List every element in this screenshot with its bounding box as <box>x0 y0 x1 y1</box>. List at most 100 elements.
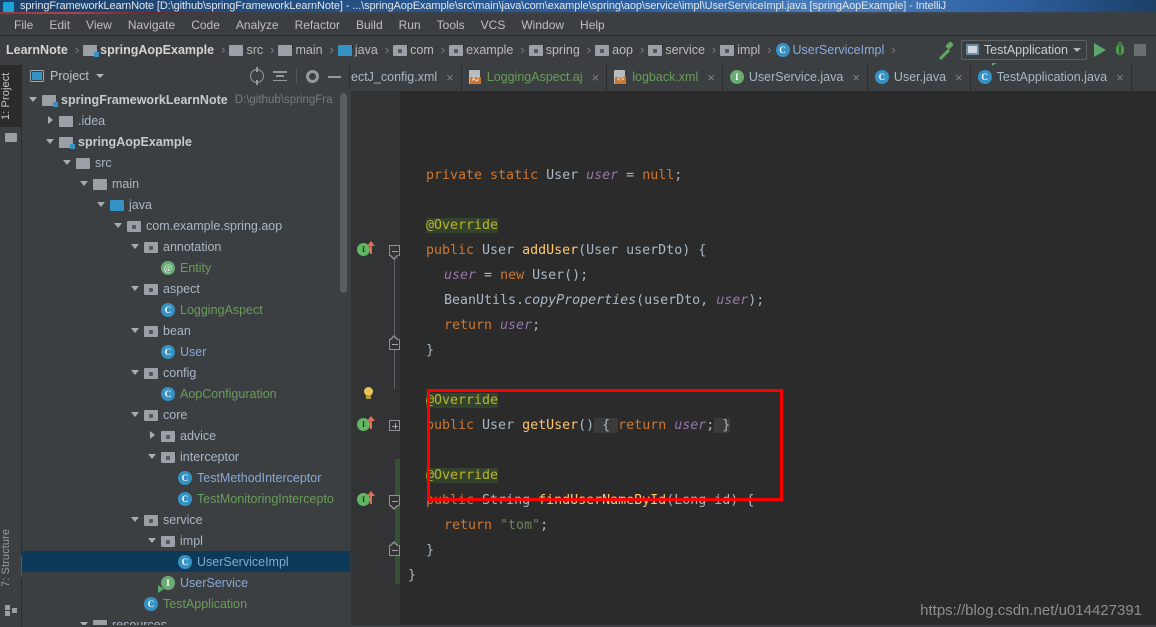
menu-item-help[interactable]: Help <box>572 16 613 35</box>
menu-item-build[interactable]: Build <box>348 16 391 35</box>
tree-item-user[interactable]: C User <box>22 341 350 362</box>
breadcrumb-learnnote[interactable]: LearnNote <box>2 40 72 60</box>
tree-down-arrow-icon[interactable] <box>130 241 141 252</box>
tree-item-entity[interactable]: @ Entity <box>22 257 350 278</box>
tree-right-arrow-icon[interactable] <box>147 430 158 441</box>
tree-right-arrow-icon[interactable] <box>45 115 56 126</box>
tree-item-advice[interactable]: advice <box>22 425 350 446</box>
run-configuration-selector[interactable]: TestApplication <box>960 39 1087 60</box>
menu-item-run[interactable]: Run <box>391 16 429 35</box>
tree-down-arrow-icon[interactable] <box>79 178 90 189</box>
implements-method-icon[interactable]: I <box>357 416 379 432</box>
fold-end-marker[interactable] <box>389 335 400 350</box>
tree-down-arrow-icon[interactable] <box>130 325 141 336</box>
intention-bulb-icon[interactable] <box>363 387 375 401</box>
debug-icon[interactable] <box>1113 42 1127 57</box>
tree-item-testapplication[interactable]: C TestApplication <box>22 584 350 614</box>
menu-item-code[interactable]: Code <box>183 16 228 35</box>
close-icon[interactable]: × <box>852 70 860 85</box>
project-tree[interactable]: springFrameworkLearnNote D:\github\spring… <box>22 89 350 627</box>
stop-icon[interactable] <box>1134 43 1146 56</box>
project-scrollbar[interactable] <box>340 93 347 293</box>
scroll-from-source-icon[interactable] <box>250 67 264 85</box>
breadcrumb-java[interactable]: java <box>337 40 382 60</box>
tree-down-arrow-icon[interactable] <box>113 220 124 231</box>
breadcrumb-service[interactable]: service <box>647 40 709 60</box>
menu-item-tools[interactable]: Tools <box>429 16 473 35</box>
editor-tab-logback-xml[interactable]: <> logback.xml × <box>607 63 723 91</box>
tree-down-arrow-icon[interactable] <box>96 199 107 210</box>
breadcrumb-example[interactable]: example <box>448 40 517 60</box>
tree-down-arrow-icon[interactable] <box>45 136 56 147</box>
editor-tab-testapplication-java[interactable]: C TestApplication.java × <box>971 63 1132 91</box>
tree-down-arrow-icon[interactable] <box>130 367 141 378</box>
tree-item-userserviceimpl[interactable]: C UserServiceImpl <box>22 551 350 572</box>
tree-item-bean[interactable]: bean <box>22 320 350 341</box>
menu-item-file[interactable]: File <box>6 16 41 35</box>
gear-icon[interactable] <box>306 69 319 83</box>
close-icon[interactable]: × <box>707 70 715 85</box>
implements-method-icon[interactable]: I <box>357 241 379 257</box>
close-icon[interactable]: × <box>446 70 454 85</box>
menu-item-vcs[interactable]: VCS <box>473 16 514 35</box>
tree-down-arrow-icon[interactable] <box>130 283 141 294</box>
chevron-down-icon[interactable] <box>95 74 104 78</box>
tree-item-springframeworklearnnote[interactable]: springFrameworkLearnNote D:\github\spring… <box>22 89 350 110</box>
hide-icon[interactable] <box>328 69 342 83</box>
tree-down-arrow-icon[interactable] <box>130 514 141 525</box>
tree-item-testmonitoringintercepto[interactable]: C TestMonitoringIntercepto <box>22 488 350 509</box>
tree-item-loggingaspect[interactable]: C LoggingAspect <box>22 299 350 320</box>
breadcrumb-impl[interactable]: impl <box>719 40 764 60</box>
fold-end-marker[interactable] <box>389 541 400 556</box>
implements-method-icon[interactable]: I <box>357 491 379 507</box>
tree-item-springaopexample[interactable]: springAopExample <box>22 131 350 152</box>
breadcrumb-com[interactable]: com <box>392 40 438 60</box>
tree-item--idea[interactable]: .idea <box>22 110 350 131</box>
menu-item-analyze[interactable]: Analyze <box>228 16 287 35</box>
fold-collapse-marker[interactable] <box>389 495 400 510</box>
tree-item-testmethodinterceptor[interactable]: C TestMethodInterceptor <box>22 467 350 488</box>
breadcrumb-main[interactable]: main <box>277 40 326 60</box>
close-icon[interactable]: × <box>955 70 963 85</box>
tree-item-annotation[interactable]: annotation <box>22 236 350 257</box>
fold-expand-marker[interactable] <box>389 420 400 431</box>
tree-item-aspect[interactable]: aspect <box>22 278 350 299</box>
tree-item-userservice[interactable]: I UserService <box>22 572 350 593</box>
editor-tab-user-java[interactable]: C User.java × <box>868 63 971 91</box>
tree-item-interceptor[interactable]: interceptor <box>22 446 350 467</box>
tree-down-arrow-icon[interactable] <box>62 157 73 168</box>
tree-down-arrow-icon[interactable] <box>28 94 39 105</box>
tree-item-service[interactable]: service <box>22 509 350 530</box>
code-text[interactable]: private static User user = null; @Overrid… <box>400 91 1156 627</box>
breadcrumb-aop[interactable]: aop <box>594 40 637 60</box>
menu-item-edit[interactable]: Edit <box>41 16 78 35</box>
run-icon[interactable] <box>1094 42 1106 57</box>
tree-item-core[interactable]: core <box>22 404 350 425</box>
collapse-all-icon[interactable] <box>273 69 287 83</box>
tree-down-arrow-icon[interactable] <box>147 535 158 546</box>
breadcrumb-springaopexample[interactable]: springAopExample <box>82 40 218 60</box>
tree-item-config[interactable]: config <box>22 362 350 383</box>
close-icon[interactable]: × <box>1116 70 1124 85</box>
stripe-button-structure[interactable]: 7: Structure <box>0 518 22 598</box>
fold-collapse-marker[interactable] <box>389 245 400 260</box>
menu-item-refactor[interactable]: Refactor <box>287 16 348 35</box>
editor-tab-userservice-java[interactable]: I UserService.java × <box>723 63 868 91</box>
breadcrumb-src[interactable]: src <box>228 40 267 60</box>
tree-item-java[interactable]: java <box>22 194 350 215</box>
tree-down-arrow-icon[interactable] <box>130 409 141 420</box>
tree-item-aopconfiguration[interactable]: C AopConfiguration <box>22 383 350 404</box>
breadcrumb-userserviceimpl[interactable]: C UserServiceImpl <box>775 40 889 60</box>
editor-tab-loggingaspect-aj[interactable]: AJ LoggingAspect.aj × <box>462 63 608 91</box>
menu-item-window[interactable]: Window <box>513 16 572 35</box>
tree-item-src[interactable]: src <box>22 152 350 173</box>
tree-item-com-example-spring-aop[interactable]: com.example.spring.aop <box>22 215 350 236</box>
stripe-button-project[interactable]: 1: Project <box>0 65 22 127</box>
menu-item-navigate[interactable]: Navigate <box>120 16 183 35</box>
menu-item-view[interactable]: View <box>78 16 120 35</box>
tree-item-impl[interactable]: impl <box>22 530 350 551</box>
build-hammer-icon[interactable] <box>935 40 955 60</box>
tree-down-arrow-icon[interactable] <box>147 451 158 462</box>
close-icon[interactable]: × <box>592 70 600 85</box>
breadcrumb-spring[interactable]: spring <box>528 40 584 60</box>
